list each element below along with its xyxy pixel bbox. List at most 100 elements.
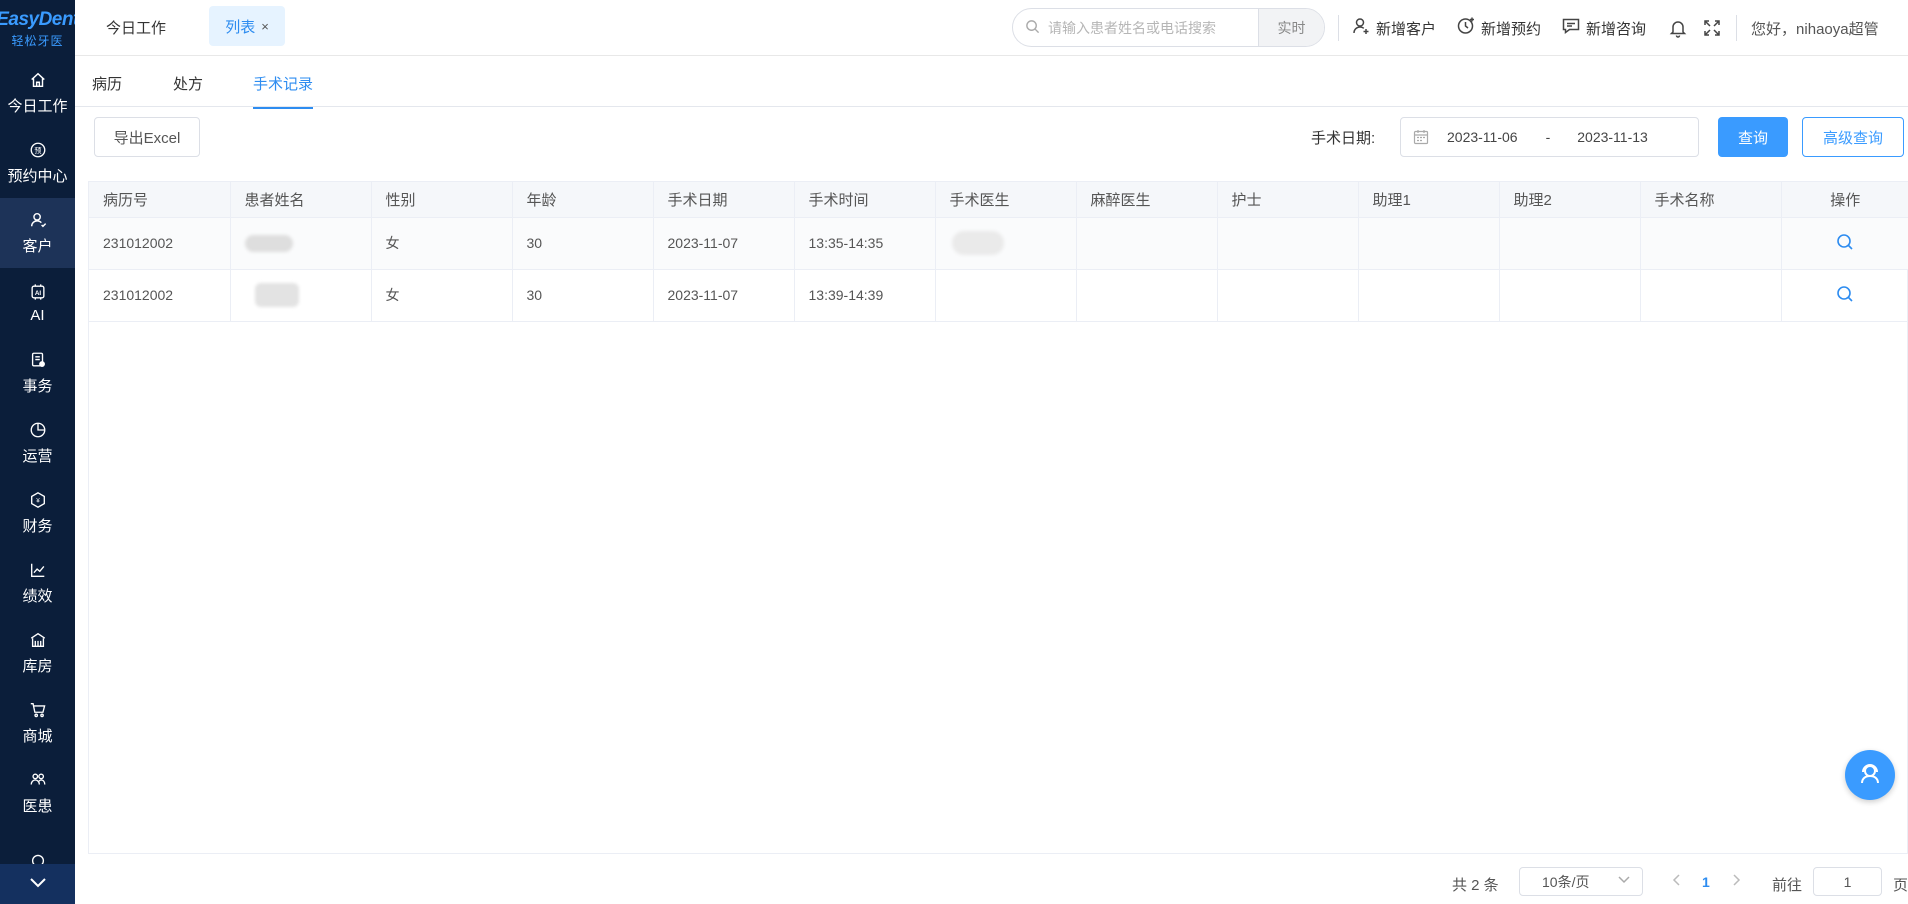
- column-header: 手术医生: [935, 182, 1077, 218]
- view-search-icon[interactable]: [1836, 285, 1854, 306]
- sidebar-item-label: 商城: [22, 728, 53, 745]
- cell-patient-name: [230, 269, 372, 322]
- column-header: 手术时间: [794, 182, 936, 218]
- sidebar-item-finance[interactable]: ¥ 财务: [0, 478, 75, 548]
- column-header: 手术日期: [653, 182, 795, 218]
- goto-page-input[interactable]: [1813, 867, 1882, 896]
- column-header: 病历号: [89, 182, 231, 218]
- sub-tabs: 病历 处方 手术记录: [75, 57, 1908, 109]
- page-size-select[interactable]: 10条/页: [1519, 867, 1643, 896]
- query-button[interactable]: 查询: [1718, 117, 1788, 157]
- sidebar-item-warehouse[interactable]: 库房: [0, 618, 75, 688]
- cell-surgery-name: [1640, 269, 1782, 322]
- cell-anesthetist: [1076, 269, 1218, 322]
- user-greeting[interactable]: 您好，nihaoya超管: [1751, 18, 1879, 39]
- date-range-picker[interactable]: 2023-11-06 - 2023-11-13: [1400, 117, 1699, 157]
- column-header: 性别: [371, 182, 513, 218]
- fullscreen-icon[interactable]: [1702, 18, 1722, 38]
- pie-chart-icon: [28, 420, 48, 440]
- tab-prescription[interactable]: 处方: [173, 73, 203, 107]
- new-consult-button[interactable]: 新增咨询: [1561, 16, 1646, 40]
- add-user-icon: [1351, 16, 1376, 40]
- bell-icon[interactable]: [1668, 18, 1688, 38]
- date-start[interactable]: 2023-11-06: [1447, 129, 1518, 145]
- tab-medical-record[interactable]: 病历: [92, 73, 122, 107]
- sidebar-item-tasks[interactable]: 事务: [0, 338, 75, 408]
- pagination: 共 2 条 10条/页 1 前往 页: [0, 866, 1908, 898]
- cell-age: 30: [512, 269, 654, 322]
- sidebar-item-label: 今日工作: [7, 98, 68, 115]
- search-input[interactable]: [1048, 19, 1258, 36]
- support-agent-icon: [1856, 760, 1884, 791]
- sidebar-item-label: 库房: [22, 658, 53, 675]
- doctor-patient-icon: [28, 770, 48, 790]
- tab-list[interactable]: 列表 ×: [209, 6, 285, 46]
- sidebar: EasyDent 轻松牙医 今日工作 预 预约中心 客户 AI AI 事务 运营…: [0, 0, 79, 904]
- column-header: 操作: [1781, 182, 1908, 218]
- customer-service-button[interactable]: [1845, 750, 1895, 800]
- cell-surgery-date: 2023-11-07: [653, 217, 795, 270]
- calendar-icon: [1413, 129, 1429, 145]
- svg-text:预: 预: [34, 146, 41, 155]
- surgery-date-label: 手术日期:: [1311, 130, 1376, 147]
- redacted-name: [244, 234, 293, 252]
- add-clock-icon: [1456, 16, 1481, 40]
- table-header: 病历号 患者姓名 性别 年龄 手术日期 手术时间 手术医生 麻醉医生 护士 助理…: [89, 182, 1908, 218]
- date-separator: -: [1545, 129, 1551, 145]
- cart-icon: [28, 700, 48, 720]
- cell-anesthetist: [1076, 217, 1218, 270]
- search-icon: [1025, 19, 1040, 37]
- sidebar-item-label: 医患: [22, 798, 53, 815]
- sidebar-item-customers[interactable]: 客户: [0, 198, 75, 268]
- page-number[interactable]: 1: [1702, 874, 1710, 890]
- new-consult-label: 新增咨询: [1586, 20, 1647, 38]
- date-end[interactable]: 2023-11-13: [1577, 129, 1648, 145]
- sidebar-item-performance[interactable]: 绩效: [0, 548, 75, 618]
- new-customer-label: 新增客户: [1376, 20, 1437, 38]
- cell-surgery-time: 13:35-14:35: [794, 217, 936, 270]
- sidebar-item-label: 运营: [22, 448, 53, 465]
- sidebar-item-mall[interactable]: 商城: [0, 688, 75, 758]
- divider: [1736, 15, 1738, 41]
- close-icon[interactable]: ×: [261, 19, 269, 34]
- sidebar-item-appointments[interactable]: 预 预约中心: [0, 128, 75, 198]
- sidebar-item-today[interactable]: 今日工作: [0, 58, 75, 128]
- prev-page-icon[interactable]: [1672, 873, 1682, 890]
- sidebar-item-label: AI: [30, 307, 45, 324]
- search-realtime-button[interactable]: 实时: [1258, 9, 1324, 46]
- export-excel-button[interactable]: 导出Excel: [94, 117, 200, 157]
- sidebar-item-ai[interactable]: AI AI: [0, 268, 75, 338]
- column-header: 手术名称: [1640, 182, 1782, 218]
- advanced-query-button[interactable]: 高级查询: [1802, 117, 1904, 157]
- divider: [1338, 15, 1339, 41]
- goto-label: 前往: [1772, 877, 1803, 894]
- cell-surgeon: [935, 217, 1077, 270]
- chevron-down-icon: [1618, 876, 1630, 884]
- tab-list-label: 列表: [225, 18, 256, 36]
- column-header: 麻醉医生: [1076, 182, 1218, 218]
- ai-icon: AI: [28, 282, 48, 302]
- redacted-name: [951, 231, 1004, 255]
- total-count: 共 2 条: [1452, 877, 1499, 894]
- line-chart-icon: [28, 560, 48, 580]
- cell-nurse: [1217, 269, 1359, 322]
- cell-surgery-date: 2023-11-07: [653, 269, 795, 322]
- view-search-icon[interactable]: [1836, 233, 1854, 254]
- sidebar-item-operations[interactable]: 运营: [0, 408, 75, 478]
- top-actions: 新增客户 新增预约 新增咨询 您好，nihaoya超管: [1338, 0, 1879, 56]
- next-page-icon[interactable]: [1731, 873, 1741, 890]
- finance-icon: ¥: [28, 490, 48, 510]
- cell-gender: 女: [371, 217, 513, 270]
- tab-surgery-record[interactable]: 手术记录: [253, 73, 314, 109]
- new-appointment-button[interactable]: 新增预约: [1456, 16, 1541, 40]
- tab-today-work[interactable]: 今日工作: [106, 17, 166, 38]
- column-header: 年龄: [512, 182, 654, 218]
- column-header: 助理2: [1499, 182, 1641, 218]
- column-header: 患者姓名: [230, 182, 372, 218]
- new-customer-button[interactable]: 新增客户: [1351, 16, 1436, 40]
- redacted-name: [254, 283, 299, 307]
- table-row[interactable]: 231012002 女 30 2023-11-07 13:39-14:39: [89, 269, 1908, 322]
- sidebar-item-doctor-patient[interactable]: 医患: [0, 758, 75, 828]
- logo[interactable]: EasyDent 轻松牙医: [0, 0, 79, 58]
- table-row[interactable]: 231012002 女 30 2023-11-07 13:35-14:35: [89, 217, 1908, 270]
